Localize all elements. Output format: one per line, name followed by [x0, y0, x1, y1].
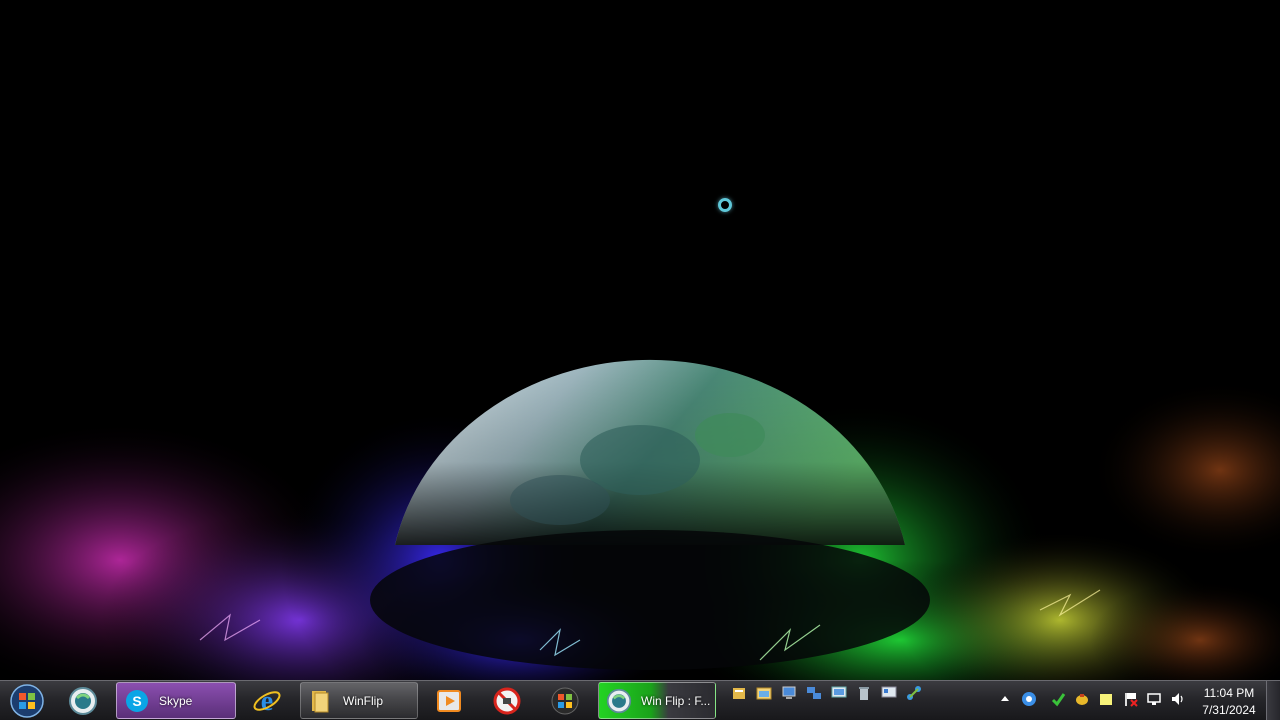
taskbar: S Skype e WinFlip Win Flip: F... 11:04 …	[0, 680, 1280, 720]
svg-text:e: e	[261, 686, 273, 716]
quick-launch-network[interactable]	[806, 685, 822, 701]
quick-launch-folder[interactable]	[731, 685, 747, 701]
desktop[interactable]	[0, 0, 1280, 680]
tray-notes[interactable]	[1098, 691, 1114, 707]
media-player-icon	[437, 689, 461, 712]
start-button[interactable]	[6, 684, 48, 718]
security-tray-icon	[1051, 693, 1066, 707]
bin-icon	[859, 687, 869, 700]
clock-time: 11:04 PM	[1203, 686, 1255, 700]
show-desktop-button[interactable]	[1266, 681, 1280, 720]
busy-cursor-icon	[718, 198, 732, 212]
windows-flag-icon	[551, 687, 579, 714]
expand-tray-icon	[1001, 696, 1009, 701]
wallpaper	[0, 0, 1280, 680]
quick-launch-connections[interactable]	[906, 685, 922, 701]
taskbar-button-winflip-folder[interactable]: WinFlip	[300, 682, 418, 719]
skype-icon: S	[126, 689, 148, 712]
quick-launch-bin[interactable]	[856, 685, 872, 701]
volume-icon	[1172, 693, 1183, 705]
taskbar-button-winflip-window[interactable]: Win Flip : F...	[598, 682, 716, 719]
tray-browser[interactable]	[1021, 691, 1037, 707]
taskbar-clock[interactable]: 11:04 PM 7/31/2024	[1196, 685, 1262, 719]
winflip-icon	[606, 688, 632, 713]
no-entry-icon	[493, 687, 521, 714]
taskbar-button-label: Skype	[159, 693, 193, 708]
tray-volume[interactable]	[1170, 691, 1186, 707]
taskbar-pinned-media-player[interactable]	[428, 682, 470, 719]
quick-launch-display[interactable]	[881, 685, 897, 701]
tray-security[interactable]	[1050, 691, 1066, 707]
monitor-icon	[831, 686, 847, 698]
tray-antivirus[interactable]	[1074, 691, 1090, 707]
taskbar-pinned-ie[interactable]: e	[246, 682, 288, 719]
tray-expand-button[interactable]	[997, 691, 1013, 707]
flag-tray-icon	[1125, 693, 1138, 707]
taskbar-button-label: Win Flip : F...	[641, 693, 711, 708]
connections-icon	[907, 686, 921, 700]
explorer-icon	[756, 687, 772, 700]
browser-tray-icon	[1022, 692, 1036, 706]
taskbar-pinned-blocked-app[interactable]	[486, 682, 528, 719]
taskbar-button-label: WinFlip	[343, 693, 384, 708]
winflip-globe-icon	[69, 686, 97, 715]
network-tray-icon	[1147, 693, 1161, 705]
taskbar-pinned-winflip[interactable]	[62, 682, 104, 719]
svg-text:S: S	[132, 693, 141, 709]
taskbar-pinned-windows[interactable]	[544, 682, 586, 719]
folder-icon	[312, 690, 329, 712]
display-icon	[881, 686, 897, 698]
antivirus-tray-icon	[1076, 694, 1088, 705]
quick-launch-monitor[interactable]	[831, 685, 847, 701]
folder-small-icon	[733, 688, 745, 699]
network-icon	[807, 687, 821, 699]
tray-action-center[interactable]	[1122, 691, 1138, 707]
quick-launch-explorer[interactable]	[756, 685, 772, 701]
clock-date: 7/31/2024	[1202, 703, 1256, 717]
taskbar-button-skype[interactable]: S Skype	[116, 682, 236, 719]
ie-icon: e	[253, 686, 281, 716]
quick-launch-computer[interactable]	[781, 685, 797, 701]
notes-tray-icon	[1100, 694, 1112, 705]
computer-icon	[782, 686, 796, 699]
tray-network[interactable]	[1146, 691, 1162, 707]
windows-start-orb-icon	[10, 684, 44, 718]
